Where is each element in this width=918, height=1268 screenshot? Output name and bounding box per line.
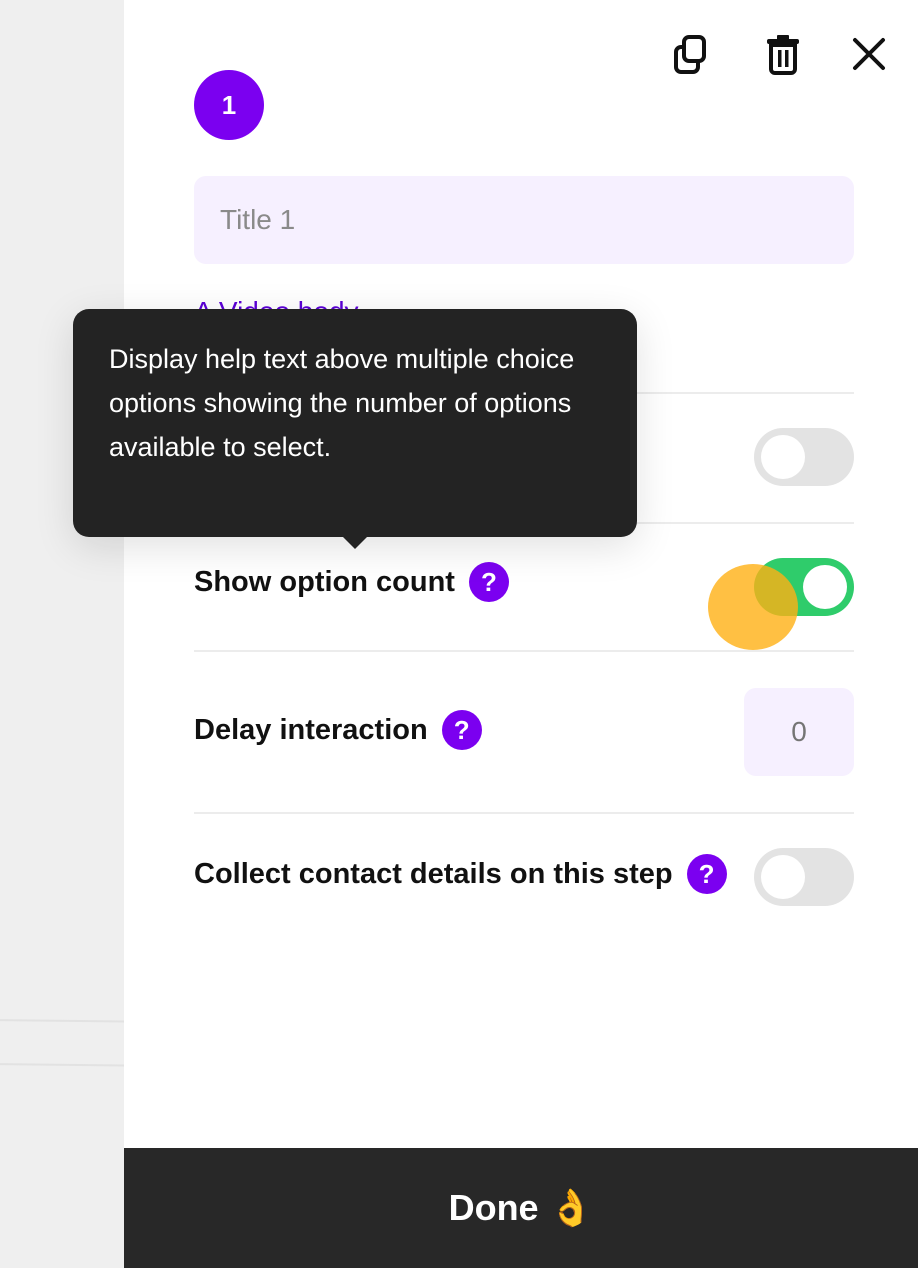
hidden-row-toggle[interactable] — [754, 428, 854, 486]
step-settings-panel: 1 A Video body Show option count ? Delay… — [124, 0, 918, 1268]
help-icon[interactable]: ? — [441, 710, 482, 750]
collect-contact-row: Collect contact details on this step ? — [194, 854, 727, 894]
divider — [194, 650, 854, 652]
toggle-knob — [803, 565, 847, 609]
tooltip-text: Display help text above multiple choice … — [109, 344, 575, 462]
delay-interaction-row: Delay interaction ? — [194, 710, 482, 750]
canvas-connector-line — [0, 1018, 124, 1024]
toggle-knob — [761, 435, 805, 479]
show-option-count-label: Show option count — [194, 565, 455, 598]
touch-indicator — [708, 564, 798, 650]
tooltip-arrow — [341, 535, 369, 549]
done-label: Done — [448, 1187, 539, 1228]
toggle-knob — [761, 855, 805, 899]
help-icon[interactable]: ? — [686, 854, 727, 894]
help-tooltip: Display help text above multiple choice … — [73, 309, 637, 549]
step-number-badge: 1 — [194, 70, 264, 140]
delay-interaction-input[interactable] — [744, 688, 854, 776]
delay-interaction-label: Delay interaction — [194, 713, 428, 746]
collect-contact-toggle[interactable] — [754, 848, 854, 906]
ok-hand-emoji: 👌 — [548, 1187, 594, 1228]
close-icon[interactable] — [849, 34, 889, 74]
canvas-connector-line — [0, 1062, 124, 1068]
collect-contact-label: Collect contact details on this step — [194, 857, 673, 890]
copy-icon[interactable] — [671, 34, 711, 74]
divider — [194, 812, 854, 814]
done-button[interactable]: Done 👌 — [124, 1148, 918, 1268]
trash-icon[interactable] — [763, 34, 803, 75]
help-icon[interactable]: ? — [468, 562, 509, 602]
step-title-input[interactable] — [194, 176, 854, 264]
canvas-background — [0, 0, 124, 1268]
show-option-count-row: Show option count ? — [194, 562, 509, 602]
